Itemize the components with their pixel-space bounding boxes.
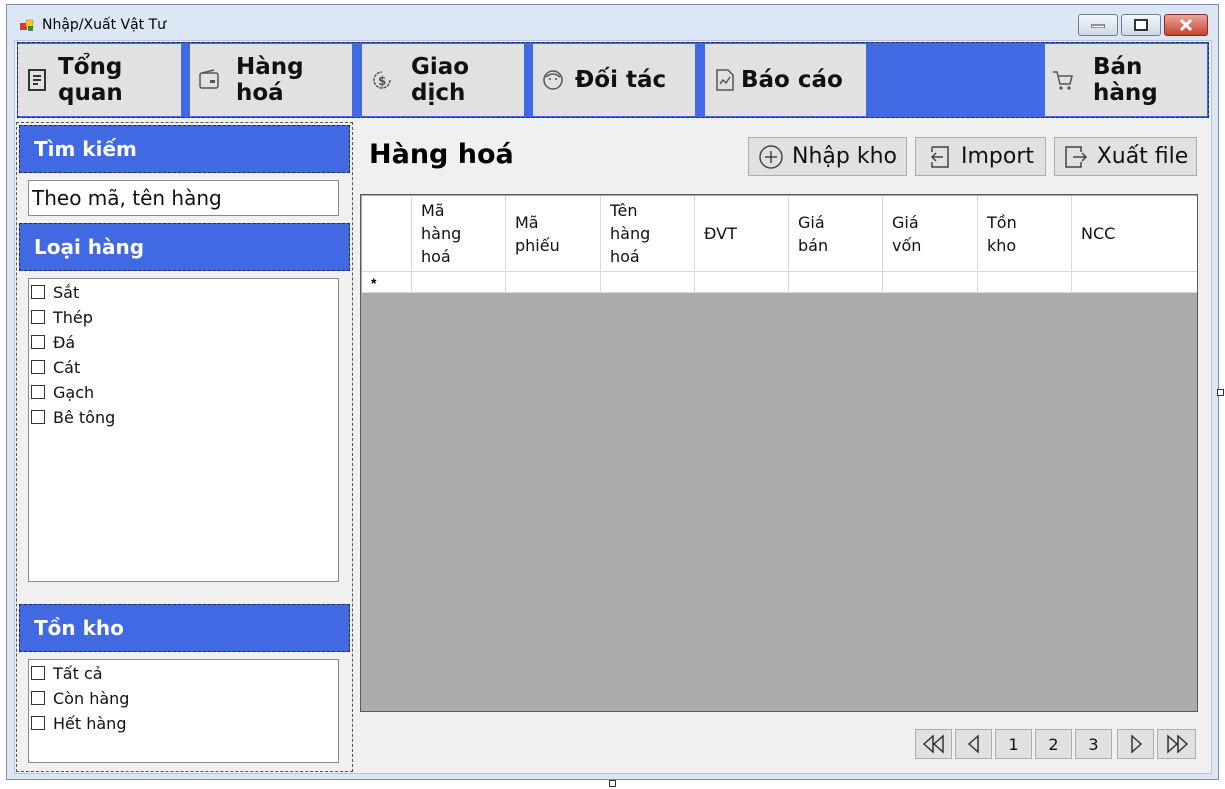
page-title: Hàng hoá bbox=[369, 139, 514, 170]
nav-label: Giao dịch bbox=[411, 54, 470, 106]
last-page-button[interactable] bbox=[1157, 729, 1196, 759]
resize-handle[interactable] bbox=[1217, 389, 1224, 396]
export-file-button[interactable]: Xuất file bbox=[1054, 137, 1197, 176]
column-header[interactable]: NCC bbox=[1072, 196, 1197, 272]
nav-doi-tac[interactable]: Đối tác bbox=[533, 44, 695, 116]
close-icon bbox=[1179, 18, 1193, 32]
window-title: Nhập/Xuất Vật Tư bbox=[42, 17, 167, 33]
column-header[interactable]: ĐVT bbox=[695, 196, 789, 272]
close-button[interactable] bbox=[1164, 14, 1208, 36]
column-header[interactable]: Tồn kho bbox=[978, 196, 1072, 272]
last-page-icon bbox=[1166, 734, 1188, 754]
svg-text:$: $ bbox=[378, 74, 386, 88]
category-header: Loại hàng bbox=[19, 223, 350, 271]
page-button[interactable]: 2 bbox=[1035, 729, 1072, 759]
export-icon bbox=[1064, 145, 1087, 168]
grid-cell[interactable] bbox=[789, 272, 883, 293]
nav-tong-quan[interactable]: Tổng quan bbox=[18, 44, 181, 116]
page-button[interactable]: 3 bbox=[1075, 729, 1112, 759]
nav-label: Báo cáo bbox=[741, 67, 843, 93]
checkbox[interactable] bbox=[31, 310, 45, 324]
page-button[interactable]: 1 bbox=[995, 729, 1032, 759]
nav-label: Hàng hoá bbox=[236, 54, 304, 106]
import-button[interactable]: Import bbox=[915, 137, 1046, 176]
grid-cell[interactable] bbox=[883, 272, 978, 293]
maximize-button[interactable] bbox=[1121, 14, 1161, 36]
next-page-button[interactable] bbox=[1117, 729, 1154, 759]
wallet-icon bbox=[198, 68, 222, 92]
face-icon bbox=[541, 68, 565, 92]
checkbox[interactable] bbox=[31, 285, 45, 299]
first-page-button[interactable] bbox=[915, 729, 952, 759]
category-option[interactable]: Bê tông bbox=[31, 407, 115, 427]
column-header[interactable]: Tên hàng hoá bbox=[601, 196, 695, 272]
stock-option[interactable]: Còn hàng bbox=[31, 688, 129, 708]
cart-icon bbox=[1051, 68, 1075, 92]
stock-option[interactable]: Tất cả bbox=[31, 663, 103, 683]
column-header[interactable]: Mã hàng hoá bbox=[412, 196, 506, 272]
nav-giao-dich[interactable]: $ Giao dịch bbox=[362, 44, 524, 116]
search-input[interactable]: Theo mã, tên hàng bbox=[28, 180, 339, 216]
checkbox[interactable] bbox=[31, 360, 45, 374]
import-stock-button[interactable]: Nhập kho bbox=[748, 137, 907, 176]
nav-bao-cao[interactable]: Báo cáo bbox=[705, 44, 866, 116]
dollar-cycle-icon: $ bbox=[370, 68, 394, 92]
grid-cell[interactable] bbox=[506, 272, 601, 293]
category-option[interactable]: Đá bbox=[31, 332, 75, 352]
grid-cell[interactable] bbox=[412, 272, 506, 293]
category-option[interactable]: Thép bbox=[31, 307, 93, 327]
column-header[interactable]: Mã phiếu bbox=[506, 196, 601, 272]
minimize-icon bbox=[1091, 24, 1105, 28]
grid-cell[interactable] bbox=[1072, 272, 1197, 293]
category-option[interactable]: Cát bbox=[31, 357, 80, 377]
grid-cell[interactable] bbox=[601, 272, 695, 293]
search-header: Tìm kiếm bbox=[19, 125, 350, 173]
column-header[interactable]: Giá vốn bbox=[883, 196, 978, 272]
nav-label: Tổng quan bbox=[58, 54, 123, 106]
data-grid[interactable]: Mã hàng hoá Mã phiếu Tên hàng hoá ĐVT Gi… bbox=[360, 194, 1198, 712]
checkbox[interactable] bbox=[31, 716, 45, 730]
column-header[interactable]: Giá bán bbox=[789, 196, 883, 272]
checkbox[interactable] bbox=[31, 691, 45, 705]
report-icon bbox=[26, 68, 50, 92]
nav-ban-hang[interactable]: Bán hàng bbox=[1045, 44, 1207, 116]
stock-header: Tồn kho bbox=[19, 604, 350, 652]
category-option[interactable]: Sắt bbox=[31, 282, 79, 302]
next-page-icon bbox=[1130, 734, 1142, 754]
checkbox[interactable] bbox=[31, 410, 45, 424]
resize-handle[interactable] bbox=[609, 780, 616, 787]
prev-page-icon bbox=[967, 734, 979, 754]
minimize-button[interactable] bbox=[1078, 14, 1118, 36]
first-page-icon bbox=[922, 734, 944, 754]
nav-hang-hoa[interactable]: Hàng hoá bbox=[190, 44, 352, 116]
prev-page-button[interactable] bbox=[955, 729, 992, 759]
checkbox[interactable] bbox=[31, 666, 45, 680]
maximize-icon bbox=[1134, 19, 1148, 31]
checkbox[interactable] bbox=[31, 335, 45, 349]
nav-label: Bán hàng bbox=[1093, 54, 1158, 106]
stock-option[interactable]: Hết hàng bbox=[31, 713, 126, 733]
chart-report-icon bbox=[713, 68, 737, 92]
row-header-corner bbox=[362, 196, 412, 272]
grid-cell[interactable] bbox=[978, 272, 1072, 293]
plus-circle-icon bbox=[759, 144, 783, 169]
app-icon bbox=[19, 17, 35, 33]
nav-label: Đối tác bbox=[575, 67, 667, 93]
new-row-marker[interactable]: * bbox=[362, 272, 412, 293]
category-option[interactable]: Gạch bbox=[31, 382, 94, 402]
checkbox[interactable] bbox=[31, 385, 45, 399]
import-icon bbox=[930, 145, 949, 168]
grid-cell[interactable] bbox=[695, 272, 789, 293]
